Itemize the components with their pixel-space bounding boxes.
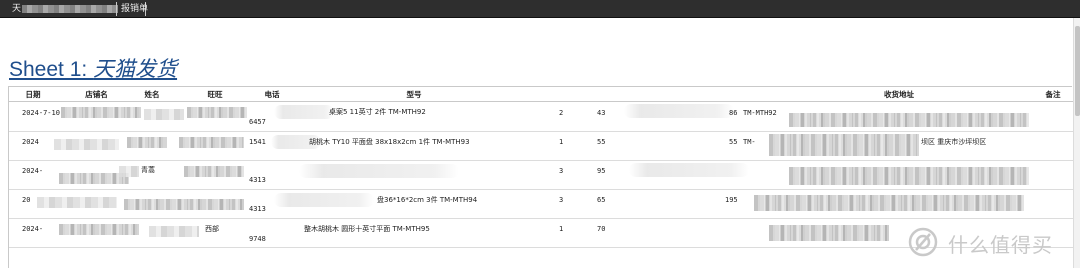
- cell-phone: 1541: [249, 138, 266, 146]
- cell-qty: 2: [559, 109, 564, 117]
- redacted-store: [54, 139, 119, 150]
- cell-price: 43: [597, 109, 606, 117]
- cell-price: 95: [597, 167, 606, 175]
- sheet-title-name: 天猫发货: [93, 58, 178, 81]
- cell-amount: 55: [729, 138, 738, 146]
- cell-price: 55: [597, 138, 606, 146]
- cell-address: 坝区 重庆市沙坪坝区: [921, 138, 987, 146]
- cell-phone: 4313: [249, 205, 266, 213]
- redacted-name: [149, 226, 199, 237]
- table-row: 20 4313 盘36*16*2cm 3件 TM-MTH94 3 65 195: [9, 190, 1073, 219]
- redacted-address: [789, 167, 1029, 185]
- vertical-scrollbar[interactable]: [1073, 18, 1080, 268]
- tab-reimbursement[interactable]: 报销单: [116, 2, 149, 16]
- sheet-tab-bar: 天 报销单: [0, 0, 1080, 18]
- cell-model: 盘36*16*2cm 3件 TM-MTH94: [377, 196, 478, 204]
- tab-2-label: 报销单: [121, 4, 149, 14]
- redacted-name: [124, 199, 244, 210]
- cell-amount: 86: [729, 109, 738, 117]
- header-phone: 电话: [264, 90, 280, 99]
- redacted-wangwang: [179, 137, 244, 148]
- header-wangwang: 旺旺: [207, 90, 223, 99]
- cell-amount: 195: [725, 196, 738, 204]
- cell-model-code: TM-MTH92: [743, 109, 777, 117]
- scrollbar-thumb[interactable]: [1075, 26, 1080, 116]
- table-header: 日期 店铺名 姓名 旺旺 电话 型号 收货地址 备注: [9, 87, 1073, 102]
- redacted-name: [127, 137, 167, 148]
- smzdm-logo-icon: [908, 227, 938, 257]
- header-date: 日期: [25, 90, 41, 99]
- cell-qty: 3: [559, 167, 564, 175]
- cell-date: 2024-: [22, 167, 44, 175]
- header-name: 姓名: [144, 90, 160, 99]
- redacted-store: [37, 197, 117, 208]
- cell-qty: 1: [559, 138, 564, 146]
- cell-model-code: TM-: [743, 138, 756, 146]
- tab-1-label: 天: [12, 4, 22, 14]
- sheet-title-prefix: Sheet 1:: [9, 58, 94, 81]
- cell-qty: 1: [559, 225, 564, 233]
- redaction-smear: [274, 105, 334, 119]
- redacted-wangwang: [184, 166, 244, 177]
- cell-wangwang-suffix: 西部: [205, 225, 219, 233]
- cell-model: 桌案5 11英寸 2件 TM-MTH92: [329, 108, 426, 116]
- redacted-name: [144, 109, 184, 120]
- cell-model: 胡桃木 TY10 平面盘 38x18x2cm 1件 TM-MTH93: [309, 138, 470, 146]
- watermark: 什么值得买: [908, 226, 1073, 258]
- table-row: 2024 1541 胡桃木 TY10 平面盘 38x18x2cm 1件 TM-M…: [9, 132, 1073, 161]
- redacted-address: [754, 195, 1024, 211]
- cell-price: 70: [597, 225, 606, 233]
- cell-phone: 6457: [249, 118, 266, 126]
- cell-phone: 9748: [249, 235, 266, 243]
- redacted-tab-text: [22, 5, 118, 13]
- cell-date: 2024-7-10: [22, 109, 60, 117]
- redaction-smear: [629, 163, 749, 177]
- cell-date: 2024: [22, 138, 39, 146]
- cell-price: 65: [597, 196, 606, 204]
- redaction-smear: [624, 104, 734, 118]
- header-model: 型号: [406, 90, 422, 99]
- cell-qty: 3: [559, 196, 564, 204]
- redacted-name: [119, 166, 139, 177]
- table-row: 2024-7-10 6457 桌案5 11英寸 2件 TM-MTH92 2 43…: [9, 103, 1073, 132]
- redaction-smear: [274, 193, 374, 207]
- redacted-address: [769, 134, 919, 156]
- redacted-store: [59, 224, 139, 235]
- cell-date: 20: [22, 196, 31, 204]
- cell-phone: 4313: [249, 176, 266, 184]
- watermark-text: 什么值得买: [948, 233, 1053, 257]
- redacted-address: [769, 225, 889, 241]
- redacted-store: [61, 107, 141, 118]
- header-store: 店铺名: [85, 90, 108, 99]
- redacted-wangwang: [187, 107, 247, 118]
- cell-wangwang-suffix: 青蒿: [141, 166, 155, 174]
- header-address: 收货地址: [884, 90, 914, 99]
- redaction-smear: [299, 164, 459, 178]
- table-row: 2024- 青蒿 4313 3 95: [9, 161, 1073, 190]
- header-remark: 备注: [1045, 90, 1061, 99]
- redacted-address: [789, 113, 1029, 127]
- page-title[interactable]: Sheet 1: 天猫发货: [9, 53, 178, 81]
- cell-date: 2024-: [22, 225, 44, 233]
- cell-model: 整木胡桃木 圆形十英寸平面 TM-MTH95: [304, 225, 430, 233]
